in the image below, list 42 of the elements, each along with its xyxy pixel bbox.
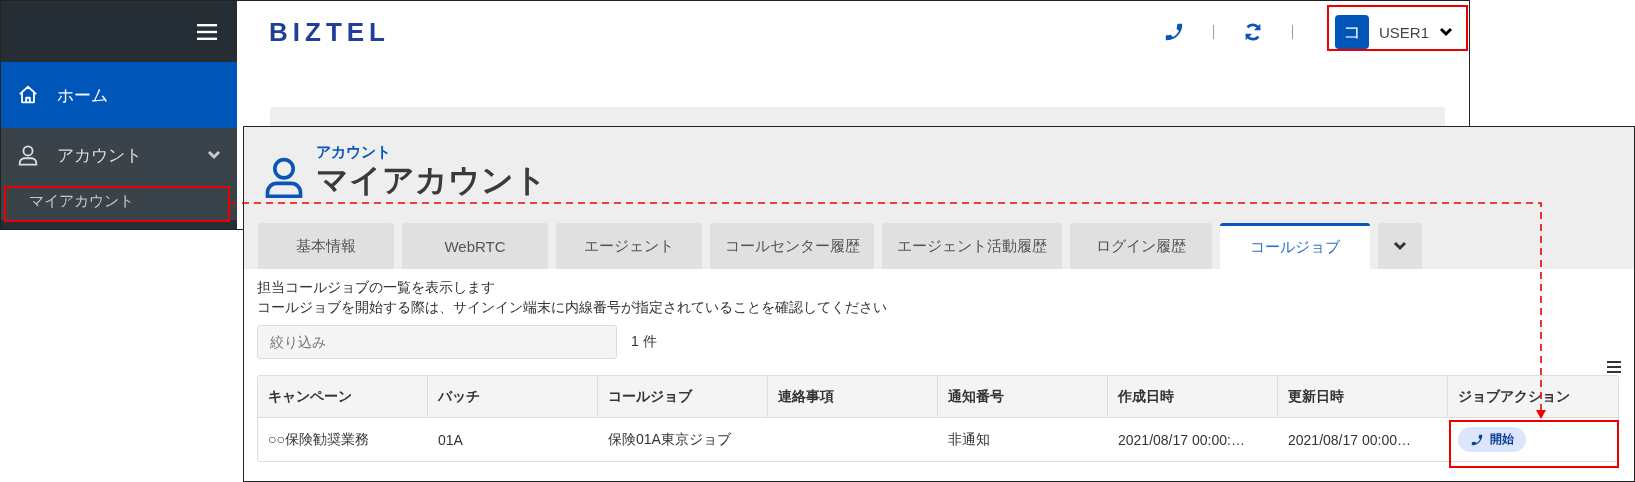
menu-icon[interactable] <box>197 23 217 40</box>
description-text: 担当コールジョブの一覧を表示します <box>257 278 496 297</box>
chevron-down-icon[interactable] <box>1393 241 1407 251</box>
table-cell-text: ○○保険勧奨業務 <box>267 429 370 449</box>
table-cell-text: 2021/08/17 00:00… <box>1287 430 1412 450</box>
tab[interactable]: エージェント活動履歴 <box>882 223 1062 269</box>
tab[interactable]: コールジョブ <box>1220 223 1370 269</box>
user-icon <box>17 144 39 166</box>
tab[interactable]: WebRTC <box>402 223 548 269</box>
column-header: バッチ <box>428 376 598 418</box>
column-header: 通知番号 <box>938 376 1108 418</box>
user-name: USER1 <box>1378 23 1429 41</box>
sidebar-subitem[interactable]: マイアカウント <box>1 182 237 220</box>
page-title: マイアカウント <box>316 162 547 199</box>
column-header: 作成日時 <box>1108 376 1278 418</box>
sidebar-item[interactable]: ホーム <box>1 62 237 128</box>
breadcrumb[interactable]: アカウント <box>316 143 547 163</box>
avatar: コ <box>1334 15 1369 49</box>
tab[interactable]: ログイン履歴 <box>1070 223 1212 269</box>
column-header: ジョブアクション <box>1448 376 1618 418</box>
table-cell-text: 01A <box>437 430 464 450</box>
tab[interactable]: コールセンター履歴 <box>710 223 874 269</box>
chevron-down-icon[interactable] <box>1439 27 1453 37</box>
description-text: コールジョブを開始する際は、サインイン端末に内線番号が指定されていることを確認してください <box>257 298 888 317</box>
tab[interactable]: 基本情報 <box>258 223 394 269</box>
column-header: コールジョブ <box>598 376 768 418</box>
list-icon[interactable] <box>1607 361 1621 373</box>
filter-field[interactable]: 絞り込み <box>257 325 617 359</box>
sidebar-item[interactable]: アカウント <box>1 128 237 182</box>
column-header: キャンペーン <box>258 376 428 418</box>
table-cell-text: 非通知 <box>947 429 991 449</box>
column-header: 更新日時 <box>1278 376 1448 418</box>
phone-icon <box>1470 432 1484 447</box>
start-button[interactable]: 開始 <box>1458 427 1526 452</box>
table-cell-text: 保険01A東京ジョブ <box>607 429 732 449</box>
column-header: 連絡事項 <box>768 376 938 418</box>
result-count: 1 件 <box>631 333 657 351</box>
user-menu[interactable]: コ USER1 <box>1320 11 1463 53</box>
table-cell-text: 2021/08/17 00:00:… <box>1117 430 1246 450</box>
logo: BIZTEL <box>269 16 391 48</box>
home-icon <box>17 84 39 106</box>
tab[interactable]: エージェント <box>556 223 702 269</box>
